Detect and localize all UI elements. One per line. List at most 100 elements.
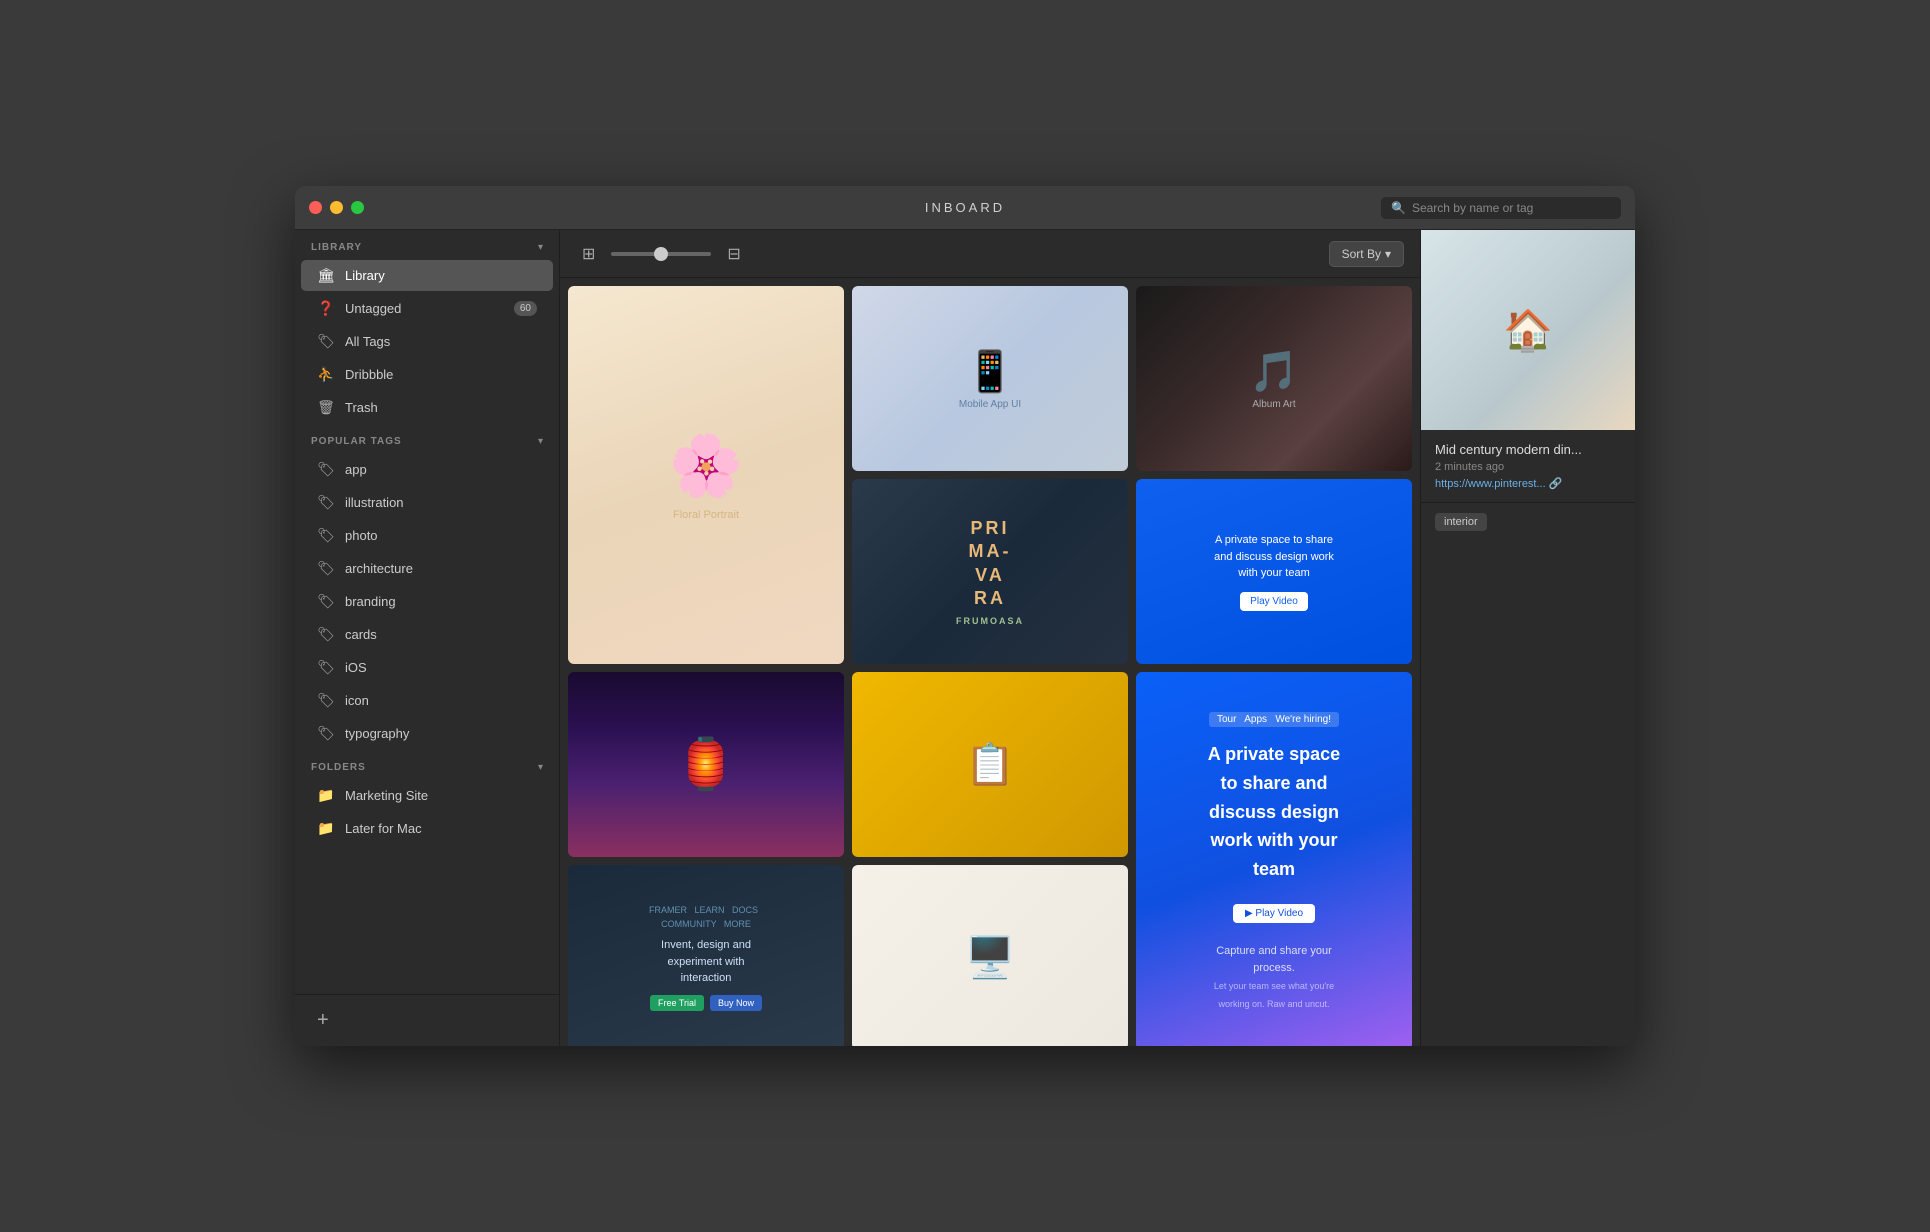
tag-icon: 🏷 [317, 593, 335, 610]
sidebar-item-tag-illustration[interactable]: 🏷 illustration [301, 487, 553, 518]
sidebar-item-label: Trash [345, 400, 378, 415]
yellow-card-image: 📋 [852, 672, 1128, 857]
content-toolbar: ⊞ ⊟ Sort By ▾ [560, 230, 1420, 278]
add-button[interactable]: + [311, 1007, 335, 1034]
library-chevron-icon: ▾ [538, 242, 543, 253]
untagged-badge: 60 [514, 301, 537, 316]
team-collab-image: Tour Apps We're hiring! A private space … [1136, 672, 1412, 1046]
tag-icon: 🏷 [317, 626, 335, 643]
sidebar-item-label: cards [345, 627, 377, 642]
grid-item-framer-web[interactable]: FRAMER LEARN DOCS COMMUNITY MORE Invent,… [568, 865, 844, 1046]
detail-url-text: https://www.pinterest... [1435, 478, 1546, 490]
sidebar-item-label: branding [345, 594, 396, 609]
titlebar: INBOARD 🔍 [295, 186, 1635, 230]
sort-button[interactable]: Sort By ▾ [1329, 241, 1404, 267]
library-section-label: LIBRARY [311, 242, 362, 253]
folders-section-label: FOLDERS [311, 762, 366, 773]
sidebar-item-label: app [345, 462, 367, 477]
detail-title: Mid century modern din... [1435, 442, 1621, 457]
detail-panel: 🏠 Mid century modern din... 2 minutes ag… [1420, 230, 1635, 1046]
floral-portrait-image: 🌸 Floral Portrait [568, 286, 844, 664]
grid-item-album-art[interactable]: 🎵 Album Art [1136, 286, 1412, 471]
sidebar-item-label: icon [345, 693, 369, 708]
sidebar-item-tag-branding[interactable]: 🏷 branding [301, 586, 553, 617]
tag-icon: 🏷 [317, 461, 335, 478]
trash-icon: 🗑 [317, 399, 335, 416]
dribbble-icon: ⛹ [317, 366, 335, 383]
traffic-lights [309, 201, 364, 214]
minimize-button[interactable] [330, 201, 343, 214]
grid-large-icon[interactable]: ⊟ [721, 240, 746, 268]
search-icon: 🔍 [1391, 201, 1406, 215]
external-link-icon: 🔗 [1549, 477, 1563, 490]
detail-preview-image: 🏠 [1421, 230, 1635, 430]
library-section-header: LIBRARY ▾ [295, 230, 559, 259]
popular-tags-section-header: POPULAR TAGS ▾ [295, 424, 559, 453]
sidebar-item-label: architecture [345, 561, 413, 576]
sidebar: LIBRARY ▾ 🏛 Library ❓ Untagged 60 🏷 All … [295, 230, 560, 1046]
tag-icon: 🏷 [317, 659, 335, 676]
close-button[interactable] [309, 201, 322, 214]
sidebar-item-folder-marketing[interactable]: 📁 Marketing Site [301, 780, 553, 811]
detail-tag[interactable]: interior [1435, 513, 1487, 531]
tag-icon: 🏷 [317, 494, 335, 511]
grid-item-floral-portrait[interactable]: 🌸 Floral Portrait [568, 286, 844, 664]
sidebar-item-dribbble[interactable]: ⛹ Dribbble [301, 359, 553, 390]
sidebar-item-label: Untagged [345, 301, 401, 316]
library-icon: 🏛 [317, 267, 335, 284]
primavara-image: PRIMA-VARA FRUMOASA [852, 479, 1128, 664]
grid-item-yellow-card[interactable]: 📋 [852, 672, 1128, 857]
sidebar-item-tag-cards[interactable]: 🏷 cards [301, 619, 553, 650]
search-input[interactable] [1412, 201, 1611, 215]
workspace-image: 🖥️ [852, 865, 1128, 1046]
detail-url[interactable]: https://www.pinterest... 🔗 [1435, 477, 1621, 490]
sidebar-item-label: illustration [345, 495, 404, 510]
framer-web-image: FRAMER LEARN DOCS COMMUNITY MORE Invent,… [568, 865, 844, 1046]
zoom-slider[interactable] [611, 252, 711, 256]
detail-tags-section: interior [1421, 503, 1635, 541]
sidebar-item-tag-architecture[interactable]: 🏷 architecture [301, 553, 553, 584]
main-body: LIBRARY ▾ 🏛 Library ❓ Untagged 60 🏷 All … [295, 230, 1635, 1046]
sidebar-item-label: Dribbble [345, 367, 393, 382]
grid-item-lighthouse[interactable]: 🏮 [568, 672, 844, 857]
sidebar-item-all-tags[interactable]: 🏷 All Tags [301, 326, 553, 357]
tag-icon: 🏷 [317, 725, 335, 742]
popular-tags-label: POPULAR TAGS [311, 436, 402, 447]
sidebar-item-tag-app[interactable]: 🏷 app [301, 454, 553, 485]
sidebar-item-label: typography [345, 726, 409, 741]
sidebar-item-folder-later[interactable]: 📁 Later for Mac [301, 813, 553, 844]
all-tags-icon: 🏷 [317, 333, 335, 350]
folders-chevron-icon: ▾ [538, 762, 543, 773]
sidebar-item-tag-icon[interactable]: 🏷 icon [301, 685, 553, 716]
sidebar-item-library[interactable]: 🏛 Library [301, 260, 553, 291]
lighthouse-image: 🏮 [568, 672, 844, 857]
grid-item-team-collab[interactable]: Tour Apps We're hiring! A private space … [1136, 672, 1412, 1046]
sidebar-bottom: + [295, 994, 559, 1046]
grid-item-phone-ui[interactable]: 📱 Mobile App UI [852, 286, 1128, 471]
folders-section-header: FOLDERS ▾ [295, 750, 559, 779]
folder-icon: 📁 [317, 820, 335, 837]
sidebar-item-tag-photo[interactable]: 🏷 photo [301, 520, 553, 551]
sort-label: Sort By [1342, 247, 1381, 261]
search-bar[interactable]: 🔍 [1381, 197, 1621, 219]
maximize-button[interactable] [351, 201, 364, 214]
grid-small-icon[interactable]: ⊞ [576, 240, 601, 268]
detail-info-section: Mid century modern din... 2 minutes ago … [1421, 430, 1635, 503]
folder-icon: 📁 [317, 787, 335, 804]
grid-item-workspace[interactable]: 🖥️ [852, 865, 1128, 1046]
sidebar-item-tag-typography[interactable]: 🏷 typography [301, 718, 553, 749]
image-grid: 🌸 Floral Portrait 📱 Mobile App UI [560, 278, 1420, 1046]
sidebar-item-tag-ios[interactable]: 🏷 iOS [301, 652, 553, 683]
zoom-slider-container [611, 252, 711, 256]
sidebar-item-untagged[interactable]: ❓ Untagged 60 [301, 293, 553, 324]
tag-icon: 🏷 [317, 560, 335, 577]
app-window: INBOARD 🔍 LIBRARY ▾ 🏛 Library ❓ Untagged… [295, 186, 1635, 1046]
content-area: ⊞ ⊟ Sort By ▾ 🌸 Floral Portrait [560, 230, 1420, 1046]
sidebar-item-label: Library [345, 268, 385, 283]
phone-ui-image: 📱 Mobile App UI [852, 286, 1128, 471]
sidebar-item-label: All Tags [345, 334, 390, 349]
sidebar-item-trash[interactable]: 🗑 Trash [301, 392, 553, 423]
grid-item-primavara[interactable]: PRIMA-VARA FRUMOASA [852, 479, 1128, 664]
grid-item-blue-app[interactable]: A private space to share and discuss des… [1136, 479, 1412, 664]
sidebar-item-label: Marketing Site [345, 788, 428, 803]
